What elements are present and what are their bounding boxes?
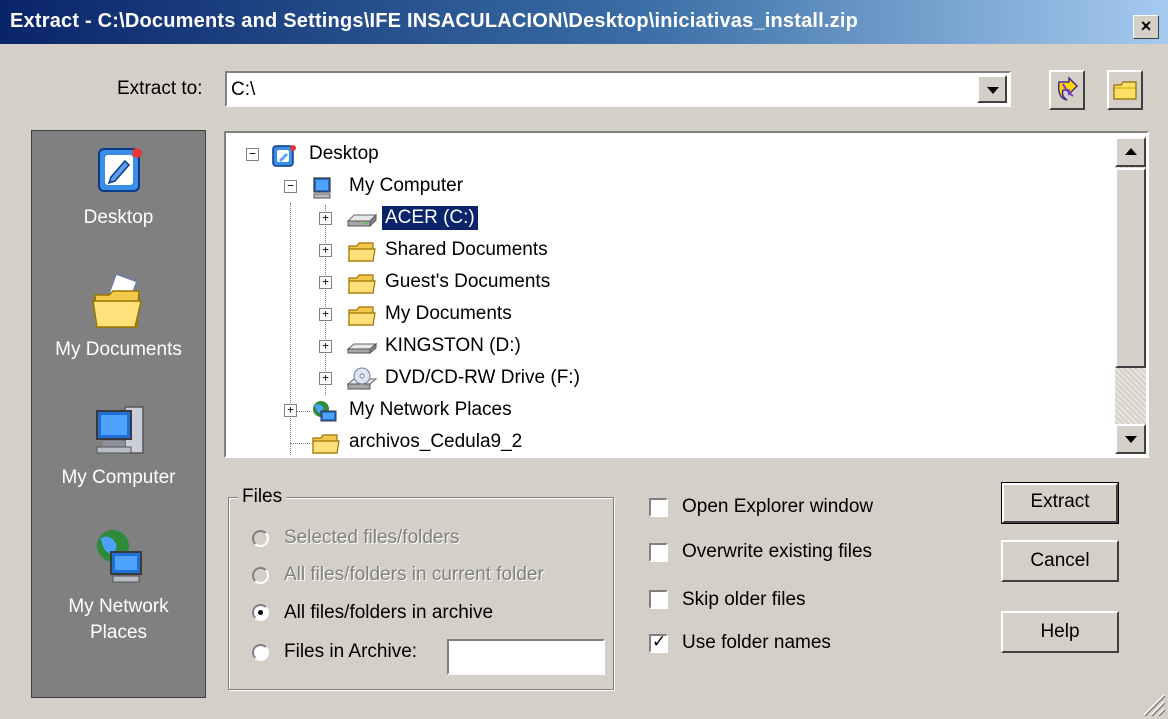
radio-selected-files-label: Selected files/folders bbox=[284, 527, 460, 548]
place-network-label: My Network Places bbox=[68, 596, 169, 643]
checkbox-overwrite-label: Overwrite existing files bbox=[682, 541, 873, 562]
folder-icon bbox=[348, 242, 376, 262]
scroll-thumb[interactable] bbox=[1115, 168, 1146, 368]
place-my-documents[interactable]: My Documents bbox=[32, 271, 205, 361]
expand-toggle[interactable]: + bbox=[284, 404, 297, 417]
places-bar: Desktop My Documents My Computer My Netw… bbox=[31, 130, 206, 698]
desktop-icon bbox=[97, 148, 142, 192]
extract-button[interactable]: Extract bbox=[1001, 482, 1119, 524]
tree-node-label: Guest's Documents bbox=[385, 271, 551, 292]
place-network[interactable]: My Network Places bbox=[32, 526, 205, 646]
expand-toggle[interactable]: + bbox=[319, 244, 332, 257]
radio-current-folder-label: All files/folders in current folder bbox=[284, 564, 544, 585]
up-folder-button[interactable] bbox=[1049, 70, 1085, 110]
folder-tree[interactable]: − Desktop − My Computer + ACER (C:) + Sh… bbox=[226, 133, 1147, 456]
cd-drive-icon bbox=[346, 367, 378, 390]
extract-to-label: Extract to: bbox=[117, 78, 203, 99]
folder-icon bbox=[348, 274, 376, 294]
tree-node-label: My Network Places bbox=[349, 399, 512, 420]
place-my-documents-label: My Documents bbox=[55, 339, 182, 360]
close-button[interactable]: × bbox=[1133, 15, 1159, 39]
files-group-label: Files bbox=[238, 486, 287, 508]
my-computer-icon bbox=[313, 177, 331, 199]
title-bar: Extract - C:\Documents and Settings\IFE … bbox=[0, 0, 1168, 44]
radio-all-in-archive-label: All files/folders in archive bbox=[284, 602, 494, 623]
place-desktop[interactable]: Desktop bbox=[32, 141, 205, 229]
tree-node-label: archivos_Cedula9_2 bbox=[349, 431, 523, 452]
cancel-button[interactable]: Cancel bbox=[1001, 540, 1119, 582]
tree-node-label: DVD/CD-RW Drive (F:) bbox=[385, 367, 580, 388]
place-my-computer-label: My Computer bbox=[61, 467, 176, 488]
checkbox-use-folder-names[interactable]: ✓ bbox=[649, 632, 668, 653]
extract-to-combobox[interactable]: C:\ bbox=[225, 71, 1011, 107]
tree-node-label: My Computer bbox=[349, 175, 464, 196]
tree-connector bbox=[325, 205, 326, 395]
checkbox-skip-older[interactable] bbox=[649, 590, 668, 609]
tree-node-label: KINGSTON (D:) bbox=[385, 335, 521, 356]
folder-icon bbox=[348, 306, 376, 326]
desktop-icon bbox=[272, 145, 296, 167]
expand-toggle[interactable]: + bbox=[319, 340, 332, 353]
expand-toggle[interactable]: + bbox=[319, 372, 332, 385]
help-button[interactable]: Help bbox=[1001, 611, 1119, 653]
place-desktop-label: Desktop bbox=[83, 207, 154, 228]
resize-grip-icon[interactable] bbox=[1140, 691, 1166, 717]
chevron-down-icon bbox=[1125, 436, 1137, 443]
checkbox-open-explorer-label: Open Explorer window bbox=[682, 496, 874, 517]
checkbox-overwrite[interactable] bbox=[649, 543, 668, 562]
tree-node-label: My Documents bbox=[385, 303, 512, 324]
up-arrow-icon bbox=[1057, 76, 1079, 101]
network-places-icon bbox=[96, 530, 142, 583]
help-button-label: Help bbox=[1040, 621, 1080, 642]
expand-toggle[interactable]: + bbox=[319, 276, 332, 289]
cancel-button-label: Cancel bbox=[1030, 550, 1090, 571]
radio-all-in-archive[interactable] bbox=[252, 604, 269, 621]
scroll-down-button[interactable] bbox=[1115, 424, 1146, 454]
new-folder-button[interactable] bbox=[1107, 70, 1143, 110]
radio-files-in-archive-label: Files in Archive: bbox=[284, 641, 418, 662]
expand-toggle[interactable]: + bbox=[319, 212, 332, 225]
checkbox-use-folder-names-label: Use folder names bbox=[682, 632, 831, 653]
radio-files-in-archive[interactable] bbox=[252, 644, 269, 661]
checkbox-skip-older-label: Skip older files bbox=[682, 589, 806, 610]
place-my-computer[interactable]: My Computer bbox=[32, 399, 205, 489]
combobox-dropdown-button[interactable] bbox=[977, 75, 1007, 103]
tree-vertical-scrollbar[interactable] bbox=[1115, 137, 1146, 454]
hard-drive-icon bbox=[346, 213, 378, 228]
expand-toggle[interactable]: + bbox=[319, 308, 332, 321]
removable-drive-icon bbox=[346, 342, 378, 355]
scroll-up-button[interactable] bbox=[1115, 137, 1146, 167]
new-folder-icon bbox=[1113, 81, 1137, 100]
tree-node-label: Desktop bbox=[309, 143, 379, 164]
radio-selected-files[interactable] bbox=[252, 530, 269, 547]
my-computer-icon bbox=[95, 406, 144, 454]
radio-dot bbox=[258, 610, 263, 615]
collapse-toggle[interactable]: − bbox=[246, 148, 259, 161]
tree-node-label: ACER (C:) bbox=[382, 206, 478, 230]
network-places-icon bbox=[313, 401, 337, 422]
chevron-up-icon bbox=[1125, 148, 1137, 155]
collapse-toggle[interactable]: − bbox=[284, 180, 297, 193]
extract-to-value: C:\ bbox=[231, 79, 256, 100]
window-title: Extract - C:\Documents and Settings\IFE … bbox=[10, 10, 859, 32]
checkbox-open-explorer[interactable] bbox=[649, 498, 668, 517]
checkmark-icon: ✓ bbox=[652, 632, 667, 652]
chevron-down-icon bbox=[987, 87, 999, 94]
tree-node-label: Shared Documents bbox=[385, 239, 548, 260]
tree-connector bbox=[290, 203, 291, 456]
files-in-archive-input[interactable] bbox=[447, 639, 605, 675]
radio-current-folder[interactable] bbox=[252, 567, 269, 584]
extract-button-label: Extract bbox=[1030, 491, 1090, 512]
my-documents-icon bbox=[91, 273, 142, 328]
folder-icon bbox=[312, 434, 340, 454]
tree-connector bbox=[290, 443, 310, 444]
